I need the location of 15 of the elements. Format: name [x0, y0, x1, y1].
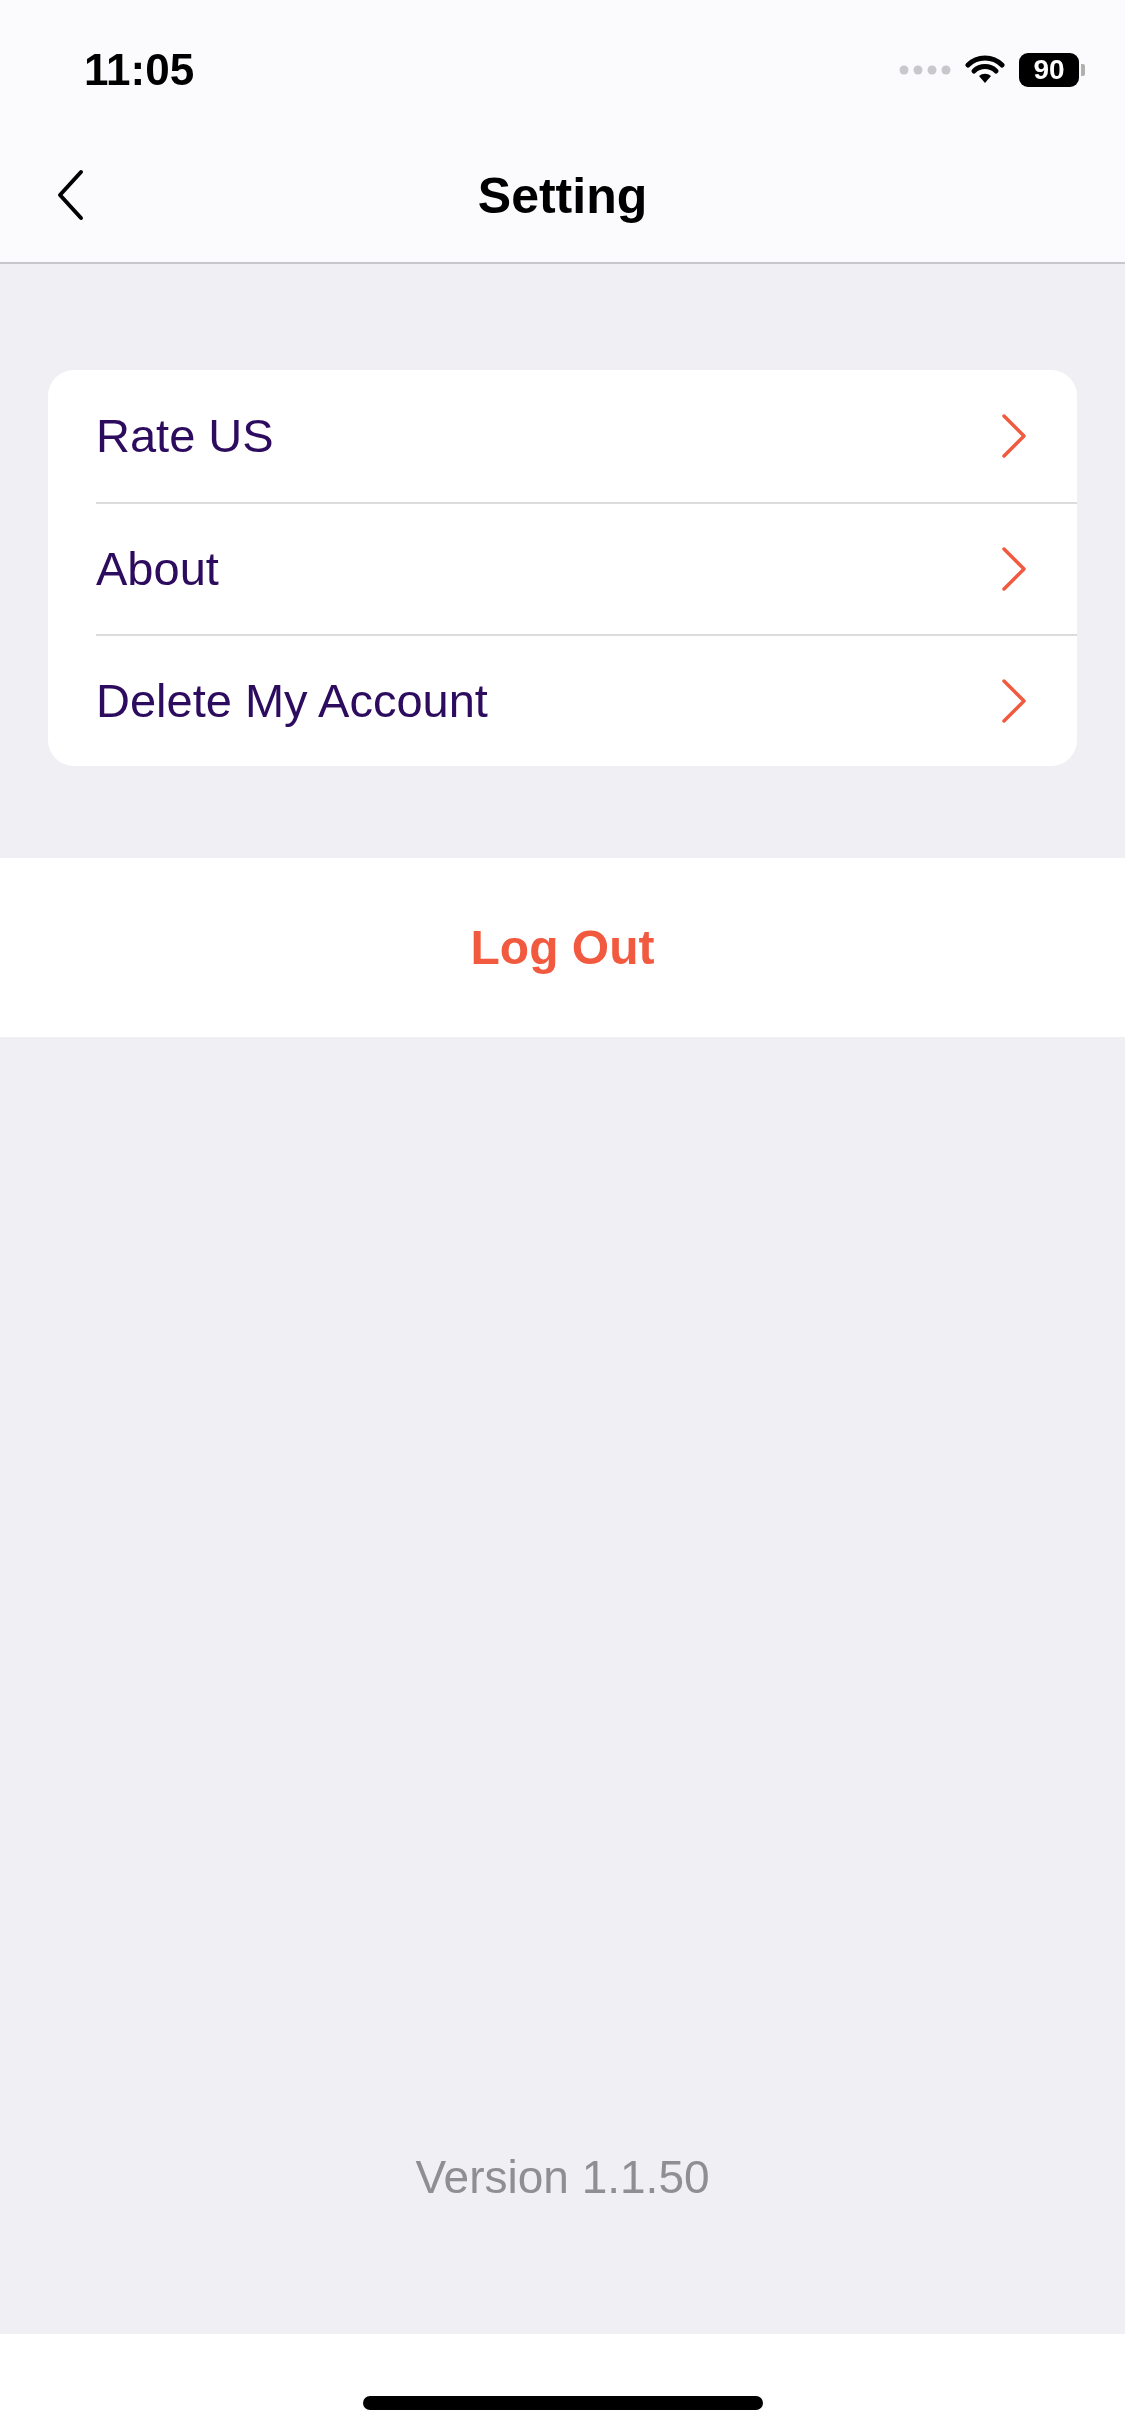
version-text: Version 1.1.50	[415, 2150, 710, 2205]
row-label: Delete My Account	[96, 672, 488, 729]
settings-row[interactable]: Rate US	[96, 370, 1077, 502]
signal-icon	[899, 65, 951, 75]
settings-row[interactable]: About	[96, 502, 1077, 634]
chevron-icon	[1001, 413, 1027, 459]
settings-row[interactable]: Delete My Account	[96, 634, 1077, 766]
wifi-icon	[965, 55, 1005, 85]
chevron-icon	[1001, 678, 1027, 724]
back-chevron-icon	[56, 169, 84, 221]
status-time: 11:05	[84, 44, 195, 96]
row-label: About	[96, 540, 219, 597]
page-title: Setting	[477, 166, 648, 226]
chevron-icon	[1001, 546, 1027, 592]
row-label: Rate US	[96, 407, 274, 464]
